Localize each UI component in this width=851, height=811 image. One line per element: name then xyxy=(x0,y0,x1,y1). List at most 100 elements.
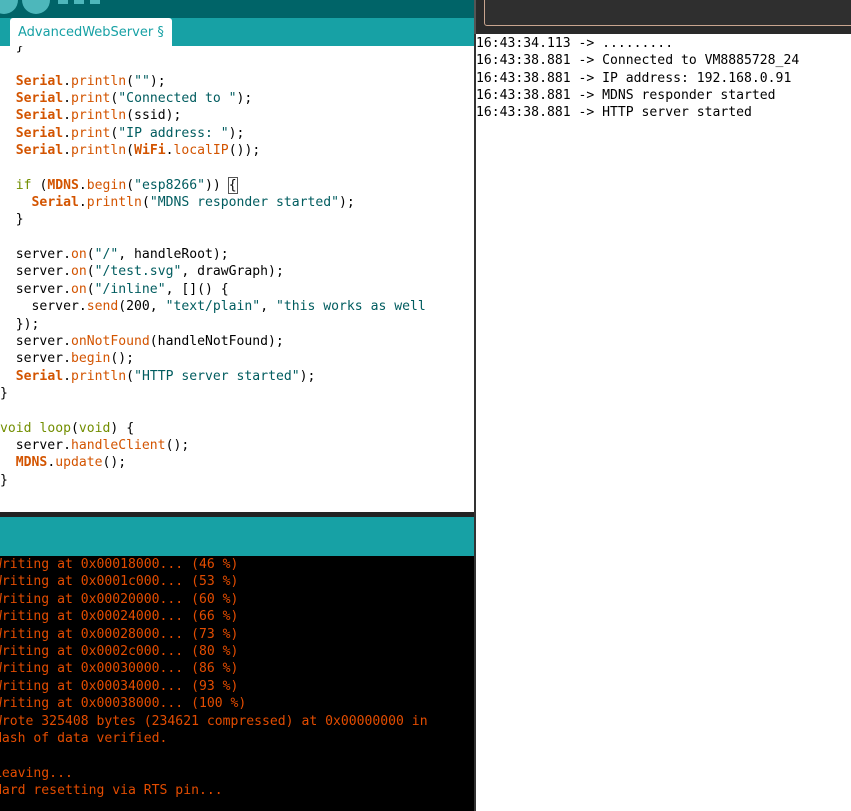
code-token: { xyxy=(227,176,238,194)
code-line: } xyxy=(0,385,426,402)
code-token: println xyxy=(70,143,127,159)
code-token: ( xyxy=(141,195,150,211)
code-token: . xyxy=(63,368,71,384)
code-token: println xyxy=(70,108,127,124)
code-token: . xyxy=(165,143,174,159)
code-token: ( xyxy=(86,281,95,297)
console-line: Leaving... xyxy=(0,765,73,781)
code-token: (200, xyxy=(118,299,166,315)
code-token: Serial xyxy=(15,91,64,107)
code-token: on xyxy=(70,264,87,280)
code-token: } xyxy=(0,46,24,54)
code-token: (); xyxy=(102,455,127,471)
sketch-tab[interactable]: AdvancedWebServer § xyxy=(10,18,172,46)
code-token: println xyxy=(70,73,127,89)
code-token: Serial xyxy=(15,368,64,384)
code-token: server. xyxy=(0,247,71,263)
code-token: handleClient xyxy=(70,437,166,453)
code-token: Serial xyxy=(15,125,64,141)
code-line: server.handleClient(); xyxy=(0,437,426,454)
code-line: } xyxy=(0,46,426,55)
code-token: , []() { xyxy=(165,281,229,297)
output-console: Writing at 0x00018000... (46 %) Writing a… xyxy=(0,556,474,811)
code-token: . xyxy=(78,195,87,211)
code-token: (); xyxy=(165,437,190,453)
console-line: Hash of data verified. xyxy=(0,730,168,746)
verify-button[interactable] xyxy=(0,0,18,14)
code-token: MDNS xyxy=(15,455,48,471)
code-line: Serial.println("MDNS responder started")… xyxy=(0,194,426,211)
code-token: (ssid); xyxy=(126,108,182,124)
code-line: }); xyxy=(0,316,426,333)
code-token: ( xyxy=(126,368,135,384)
code-line: Serial.println(WiFi.localIP()); xyxy=(0,142,426,159)
code-token: , drawGraph); xyxy=(181,264,284,280)
console-line: Writing at 0x00024000... (66 %) xyxy=(0,609,239,625)
code-token: Serial xyxy=(15,108,64,124)
code-token: loop xyxy=(39,420,71,436)
code-token: "IP address: " xyxy=(118,125,229,141)
open-button[interactable] xyxy=(74,0,84,4)
serial-monitor-window: 16:43:34.113 -> ......... 16:43:38.881 ->… xyxy=(474,0,851,811)
code-editor[interactable]: } Serial.println(""); Serial.print("Conn… xyxy=(0,46,474,512)
code-token: "esp8266" xyxy=(134,177,206,193)
arduino-ide-window: AdvancedWebServer § } Serial.println("")… xyxy=(0,0,474,811)
code-token: on xyxy=(70,247,87,263)
code-token: } xyxy=(0,472,8,488)
console-text: Writing at 0x00018000... (46 %) Writing a… xyxy=(0,556,428,799)
code-token: Serial xyxy=(31,195,79,211)
console-line: Writing at 0x0001c000... (53 %) xyxy=(0,574,239,590)
code-token: (handleNotFound); xyxy=(149,333,284,349)
code-line: void loop(void) { xyxy=(0,420,426,437)
code-token: (); xyxy=(110,351,135,367)
code-line: server.onNotFound(handleNotFound); xyxy=(0,333,426,350)
code-token: "/test.svg" xyxy=(94,264,182,280)
code-line: Serial.print("Connected to "); xyxy=(0,90,426,107)
code-token: ); xyxy=(149,73,166,89)
serial-send-input[interactable] xyxy=(484,0,851,26)
new-button[interactable] xyxy=(58,0,68,4)
ide-toolbar xyxy=(0,0,474,18)
code-token: } xyxy=(0,212,24,228)
code-token: WiFi xyxy=(134,143,166,159)
code-line: server.send(200, "text/plain", "this wor… xyxy=(0,298,426,315)
code-text: } Serial.println(""); Serial.print("Conn… xyxy=(0,46,426,489)
sketch-tab-bar: AdvancedWebServer § xyxy=(0,18,474,46)
code-token: ()); xyxy=(228,143,261,159)
code-token: void xyxy=(78,420,111,436)
code-token: . xyxy=(63,91,71,107)
code-token: ); xyxy=(228,125,245,141)
code-token: ( xyxy=(70,420,79,436)
code-token: "/" xyxy=(94,247,119,263)
code-token: ( xyxy=(126,73,135,89)
serial-line: 16:43:38.881 -> IP address: 192.168.0.91 xyxy=(476,70,792,86)
code-token: }); xyxy=(0,316,40,332)
code-token: . xyxy=(63,108,71,124)
code-token: , handleRoot); xyxy=(118,247,229,263)
code-line: server.begin(); xyxy=(0,350,426,367)
code-token: update xyxy=(55,455,103,471)
code-token: print xyxy=(70,125,111,141)
code-token: ); xyxy=(339,195,355,211)
code-token: ); xyxy=(299,368,316,384)
code-token: server. xyxy=(0,299,87,315)
upload-button[interactable] xyxy=(22,0,50,14)
code-token: server. xyxy=(0,264,71,280)
code-token: send xyxy=(86,299,119,315)
code-token: ( xyxy=(86,247,95,263)
code-token: )) xyxy=(205,177,229,193)
save-button[interactable] xyxy=(90,0,100,4)
code-token: ( xyxy=(126,177,135,193)
code-token: begin xyxy=(70,351,111,367)
code-line: } xyxy=(0,211,426,228)
code-token: void xyxy=(0,420,32,436)
code-line: } xyxy=(0,472,426,489)
code-token: "MDNS responder started" xyxy=(149,195,340,211)
